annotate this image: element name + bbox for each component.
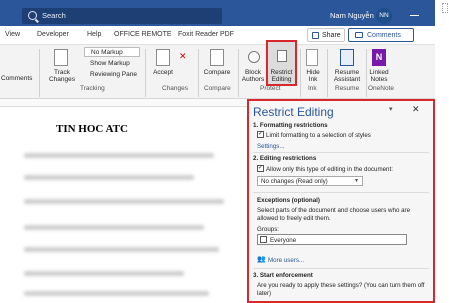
- share-icon: [312, 32, 319, 39]
- markup-select-value: No Markup: [91, 49, 123, 56]
- more-users-link[interactable]: More users...: [268, 257, 304, 264]
- start-enforcement-heading: 3. Start enforcement: [253, 272, 313, 279]
- start-enforcement-description: Are you ready to apply these settings? (…: [257, 282, 425, 297]
- blurred-text-line: [24, 199, 224, 204]
- ribbon: Comments Track Changes No Markup Show Ma…: [0, 40, 435, 99]
- outside-window-area: [435, 0, 449, 303]
- lock-icon: [277, 50, 287, 62]
- users-icon: 👥: [257, 256, 266, 263]
- group-label-tracking: Tracking: [80, 85, 105, 92]
- ink-icon: [306, 49, 318, 66]
- group-label-compare: Compare: [204, 85, 231, 92]
- blurred-text-line: [24, 291, 209, 296]
- group-separator: [198, 49, 199, 97]
- compare-button[interactable]: Compare: [200, 69, 234, 76]
- minimize-icon[interactable]: [410, 15, 419, 16]
- allow-editing-checkbox[interactable]: ✓: [257, 165, 264, 172]
- tab-foxit-reader-pdf[interactable]: Foxit Reader PDF: [178, 31, 234, 38]
- markup-select[interactable]: No Markup: [84, 47, 140, 57]
- exceptions-heading: Exceptions (optional): [257, 197, 320, 204]
- editing-type-select[interactable]: No changes (Read only) ▾: [257, 176, 363, 186]
- show-markup-button[interactable]: Show Markup: [90, 60, 130, 67]
- divider: [253, 192, 429, 193]
- comments-label: Comments: [367, 32, 401, 39]
- search-box[interactable]: Search: [22, 8, 222, 24]
- search-placeholder: Search: [42, 11, 66, 20]
- group-separator: [238, 49, 239, 97]
- search-icon: [28, 11, 37, 20]
- divider: [253, 268, 429, 269]
- tab-help[interactable]: Help: [87, 31, 101, 38]
- limit-formatting-checkbox[interactable]: ✓: [257, 131, 264, 138]
- group-separator: [145, 49, 146, 97]
- comments-button[interactable]: Comments: [348, 28, 414, 42]
- editing-type-value: No changes (Read only): [261, 178, 328, 185]
- track-changes-button[interactable]: Track Changes: [44, 69, 80, 83]
- compare-icon: [210, 49, 224, 66]
- share-button[interactable]: Share: [307, 28, 345, 42]
- blurred-text-line: [24, 153, 214, 158]
- group-label-onenote: OneNote: [368, 85, 395, 92]
- group-label-protect: Protect: [260, 85, 281, 92]
- share-label: Share: [322, 32, 341, 39]
- group-separator: [39, 49, 40, 97]
- track-changes-icon: [54, 49, 68, 66]
- close-icon[interactable]: ✕: [412, 104, 420, 115]
- exceptions-description: Select parts of the document and choose …: [257, 207, 411, 222]
- resume-assistant-icon: [340, 49, 354, 66]
- hide-ink-button[interactable]: Hide Ink: [302, 69, 324, 83]
- divider: [253, 152, 429, 153]
- tab-view[interactable]: View: [5, 31, 20, 38]
- comment-icon: [355, 32, 363, 38]
- blurred-text-line: [24, 247, 219, 252]
- group-label-resume: Resume: [335, 85, 360, 92]
- accept-icon: [156, 49, 170, 66]
- group-label-changes: Changes: [162, 85, 189, 92]
- blurred-text-line: [24, 225, 204, 230]
- allow-editing-label: Allow only this type of editing in the d…: [266, 166, 393, 173]
- document-title: TIN HOC ATC: [56, 123, 128, 135]
- accept-button[interactable]: Accept: [150, 69, 176, 76]
- onenote-icon: N: [372, 49, 386, 66]
- restrict-editing-pane: Restrict Editing ▾ ✕ 1. Formatting restr…: [247, 99, 435, 303]
- group-separator: [300, 49, 301, 97]
- block-authors-button[interactable]: Block Authors: [240, 69, 266, 83]
- group-label-ink: Ink: [308, 85, 317, 92]
- formatting-restrictions-heading: 1. Formatting restrictions: [253, 122, 328, 129]
- chevron-down-icon: ▾: [355, 178, 359, 184]
- restrict-editing-button[interactable]: Restrict Editing: [266, 40, 297, 86]
- reject-icon[interactable]: ✕: [179, 52, 187, 61]
- restrict-editing-label: Restrict Editing: [270, 69, 293, 83]
- reviewing-pane-button[interactable]: Reviewing Pane: [90, 71, 137, 78]
- blurred-text-line: [24, 271, 184, 276]
- group-separator: [327, 49, 328, 97]
- editing-restrictions-heading: 2. Editing restrictions: [253, 155, 317, 162]
- groups-list[interactable]: Everyone: [257, 234, 407, 245]
- pane-title: Restrict Editing: [253, 105, 334, 119]
- blurred-text-line: [24, 175, 194, 180]
- user-name[interactable]: Nam Nguyễn: [330, 11, 374, 20]
- horizontal-ruler[interactable]: [0, 99, 247, 107]
- pane-options-icon[interactable]: ▾: [389, 105, 393, 113]
- word-window: Search Nam Nguyễn NN View Developer Help…: [0, 0, 449, 303]
- resume-assistant-button[interactable]: Resume Assistant: [330, 69, 364, 83]
- avatar[interactable]: NN: [376, 8, 392, 24]
- limit-formatting-label: Limit formatting to a selection of style…: [266, 132, 371, 139]
- block-authors-icon: [248, 51, 260, 63]
- comments-cut-label[interactable]: Comments: [1, 75, 32, 82]
- everyone-label: Everyone: [270, 237, 297, 244]
- everyone-checkbox[interactable]: [260, 236, 267, 243]
- document-page[interactable]: TIN HOC ATC: [0, 107, 247, 303]
- handle-icon: [442, 3, 448, 13]
- tab-office-remote[interactable]: OFFICE REMOTE: [114, 31, 172, 38]
- groups-label: Groups:: [257, 226, 280, 233]
- settings-link[interactable]: Settings...: [257, 143, 285, 150]
- tab-developer[interactable]: Developer: [37, 31, 69, 38]
- linked-notes-button[interactable]: Linked Notes: [366, 69, 392, 83]
